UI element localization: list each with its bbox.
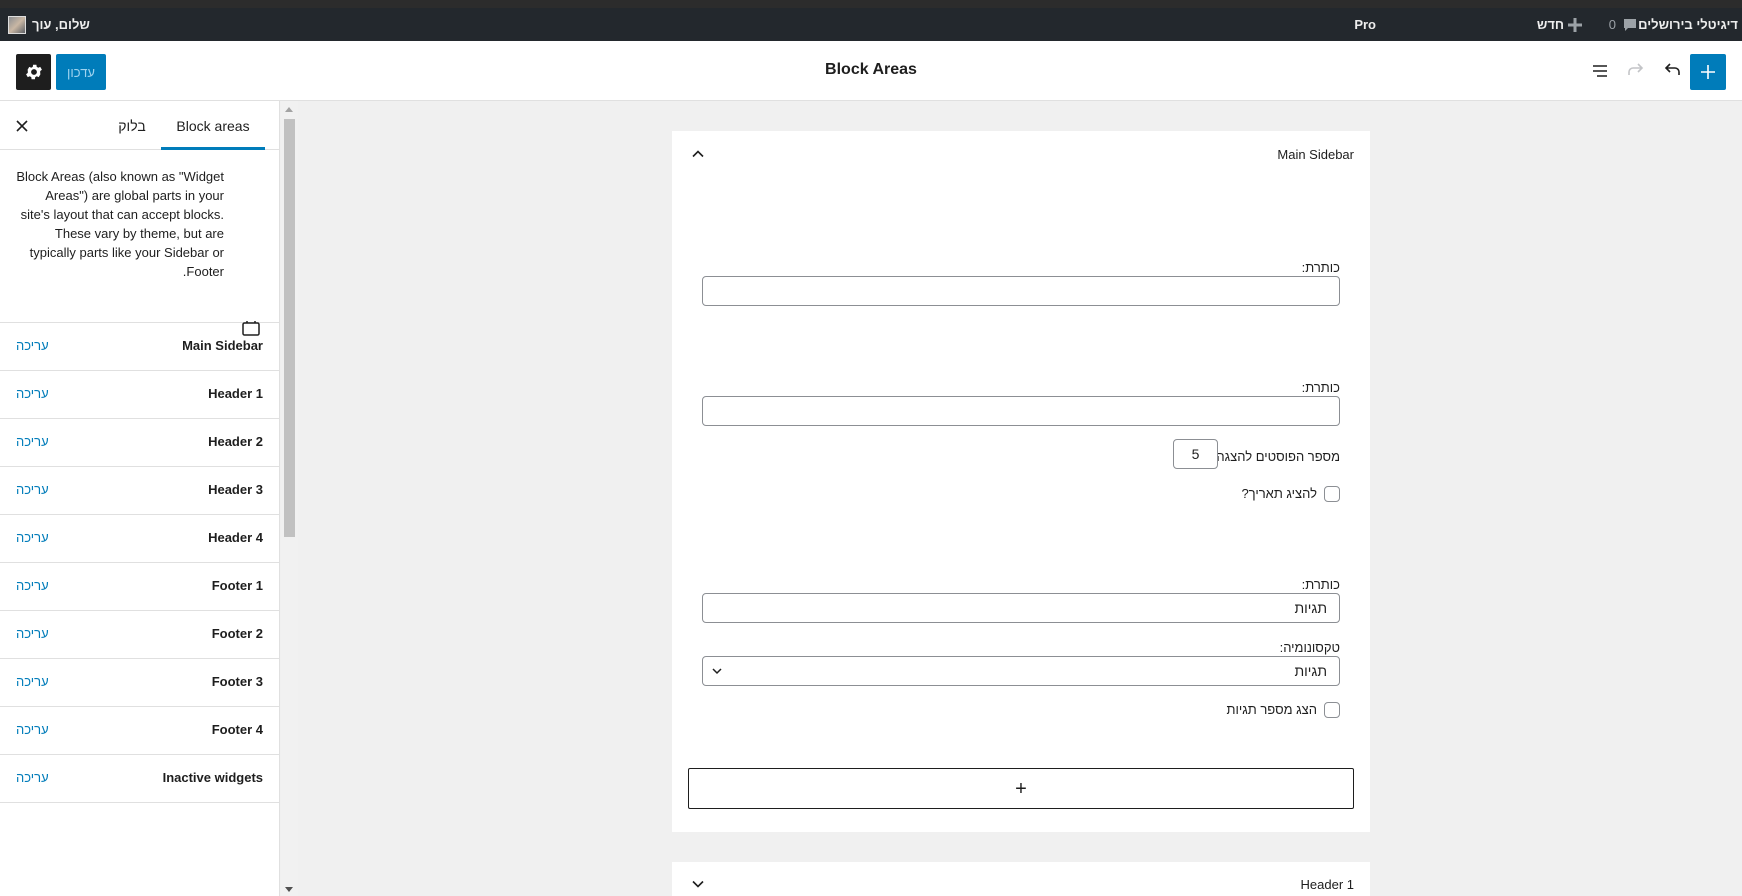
comment-icon — [1624, 19, 1636, 31]
posts-count-input[interactable]: 5 — [1173, 439, 1218, 469]
list-view-icon — [1593, 65, 1607, 77]
taxonomy-label: טקסונומיה: — [1279, 640, 1340, 655]
show-date-checkbox[interactable] — [1324, 486, 1340, 502]
block-areas-sidebar: Block areas בלוק Block Areas (also known… — [0, 101, 280, 896]
tab-block[interactable]: בלוק — [103, 101, 161, 150]
area-name: Header 4 — [208, 530, 263, 545]
howdy-text: שלום, עוך — [32, 17, 90, 32]
account-menu[interactable]: שלום, עוך — [8, 16, 90, 34]
area-edit-link[interactable]: עריכה — [16, 338, 49, 353]
area-row-main-sidebar: Main Sidebar עריכה — [0, 323, 279, 371]
area-row-header-1: Header 1 עריכה — [0, 371, 279, 419]
posts-count-label: מספר הפוסטים להצגה: — [1212, 449, 1340, 464]
area-edit-link[interactable]: עריכה — [16, 674, 49, 689]
pro-link[interactable]: Pro — [1354, 16, 1376, 34]
scroll-up-arrow[interactable] — [285, 107, 293, 112]
show-count-label: הצג מספר תגיות — [1226, 702, 1317, 717]
plus-icon — [1568, 18, 1582, 32]
undo-icon — [1664, 63, 1680, 75]
new-content-link[interactable]: חדש — [1537, 16, 1582, 34]
area-row-footer-4: Footer 4 עריכה — [0, 707, 279, 755]
plus-icon: + — [1015, 777, 1027, 800]
area-row-header-4: Header 4 עריכה — [0, 515, 279, 563]
area-name: Inactive widgets — [162, 770, 263, 785]
area-name: Header 3 — [208, 482, 263, 497]
chevron-down-icon — [692, 880, 704, 888]
chevron-down-icon — [712, 668, 722, 675]
close-icon — [16, 120, 28, 132]
settings-gear-icon — [25, 64, 42, 80]
area-edit-link[interactable]: עריכה — [16, 578, 49, 593]
area-edit-link[interactable]: עריכה — [16, 434, 49, 449]
browser-strip — [0, 0, 1742, 8]
undo-button[interactable] — [1656, 55, 1688, 87]
scroll-thumb[interactable] — [284, 119, 295, 537]
add-block-appender[interactable]: + — [688, 768, 1354, 809]
panel-header[interactable]: Header 1 — [672, 862, 1370, 896]
block-areas-list: Main Sidebar עריכה Header 1 עריכה Header… — [0, 323, 279, 803]
main-sidebar-panel: Main Sidebar כותרת: כותרת: מספר הפוסטים … — [672, 131, 1370, 832]
redo-button[interactable] — [1620, 55, 1652, 87]
area-row-footer-2: Footer 2 עריכה — [0, 611, 279, 659]
area-edit-link[interactable]: עריכה — [16, 770, 49, 785]
expand-toggle[interactable] — [690, 876, 706, 892]
sidebar-scrollbar[interactable] — [281, 101, 298, 896]
sidebar-tabs: Block areas בלוק — [0, 101, 279, 150]
widget3-title-label: כותרת: — [1301, 577, 1340, 592]
widget1-title-label: כותרת: — [1301, 260, 1340, 275]
area-name: Footer 2 — [211, 626, 263, 641]
area-edit-link[interactable]: עריכה — [16, 386, 49, 401]
area-row-header-3: Header 3 עריכה — [0, 467, 279, 515]
area-row-inactive-widgets: Inactive widgets עריכה — [0, 755, 279, 803]
list-view-button[interactable] — [1584, 55, 1616, 87]
chevron-up-icon — [692, 150, 704, 158]
editor-header: עדכון Block Areas — [0, 41, 1742, 101]
area-edit-link[interactable]: עריכה — [16, 482, 49, 497]
area-row-footer-3: Footer 3 עריכה — [0, 659, 279, 707]
header-1-panel: Header 1 — [672, 862, 1370, 896]
comments-link[interactable]: 0 — [1609, 16, 1638, 34]
add-block-button[interactable] — [1690, 54, 1726, 90]
area-name: Footer 3 — [211, 674, 263, 689]
widget1-title-input[interactable] — [702, 276, 1340, 306]
area-row-header-2: Header 2 עריכה — [0, 419, 279, 467]
panel-title: Main Sidebar — [1277, 147, 1354, 162]
scroll-down-arrow[interactable] — [285, 887, 293, 892]
area-name: Header 1 — [208, 386, 263, 401]
area-row-footer-1: Footer 1 עריכה — [0, 563, 279, 611]
collapse-toggle[interactable] — [690, 146, 706, 162]
admin-bar: דיגיטלי בירושלים 0 חדש Pro שלום, עוך — [0, 0, 1742, 41]
area-edit-link[interactable]: עריכה — [16, 722, 49, 737]
area-edit-link[interactable]: עריכה — [16, 626, 49, 641]
page-title: Block Areas — [825, 61, 917, 78]
avatar — [8, 16, 26, 34]
area-name: Header 2 — [208, 434, 263, 449]
redo-icon — [1628, 63, 1644, 75]
block-areas-description-panel: Block Areas (also known as "Widget Areas… — [0, 150, 279, 336]
panel-header[interactable]: Main Sidebar — [672, 131, 1370, 177]
widget2-title-input[interactable] — [702, 396, 1340, 426]
widget2-title-label: כותרת: — [1301, 380, 1340, 395]
widget3-title-input[interactable]: תגיות — [702, 593, 1340, 623]
tab-block-areas[interactable]: Block areas — [161, 101, 265, 150]
area-name: Main Sidebar — [182, 338, 263, 353]
block-areas-description: Block Areas (also known as "Widget Areas… — [16, 169, 224, 279]
add-block-icon — [1701, 65, 1715, 79]
taxonomy-selected-value: תגיות — [1294, 663, 1327, 679]
area-name: Footer 1 — [211, 578, 263, 593]
panel-title: Header 1 — [1300, 877, 1354, 892]
show-count-checkbox[interactable] — [1324, 702, 1340, 718]
area-edit-link[interactable]: עריכה — [16, 530, 49, 545]
close-sidebar-button[interactable] — [12, 116, 32, 136]
show-date-label: להציג תאריך? — [1241, 486, 1317, 501]
site-name-link[interactable]: דיגיטלי בירושלים — [1638, 16, 1738, 34]
new-label: חדש — [1536, 17, 1564, 32]
area-name: Footer 4 — [211, 722, 263, 737]
taxonomy-select[interactable]: תגיות — [702, 656, 1340, 686]
update-button[interactable]: עדכון — [56, 54, 106, 90]
settings-button[interactable] — [16, 54, 51, 90]
comments-count: 0 — [1608, 17, 1616, 32]
